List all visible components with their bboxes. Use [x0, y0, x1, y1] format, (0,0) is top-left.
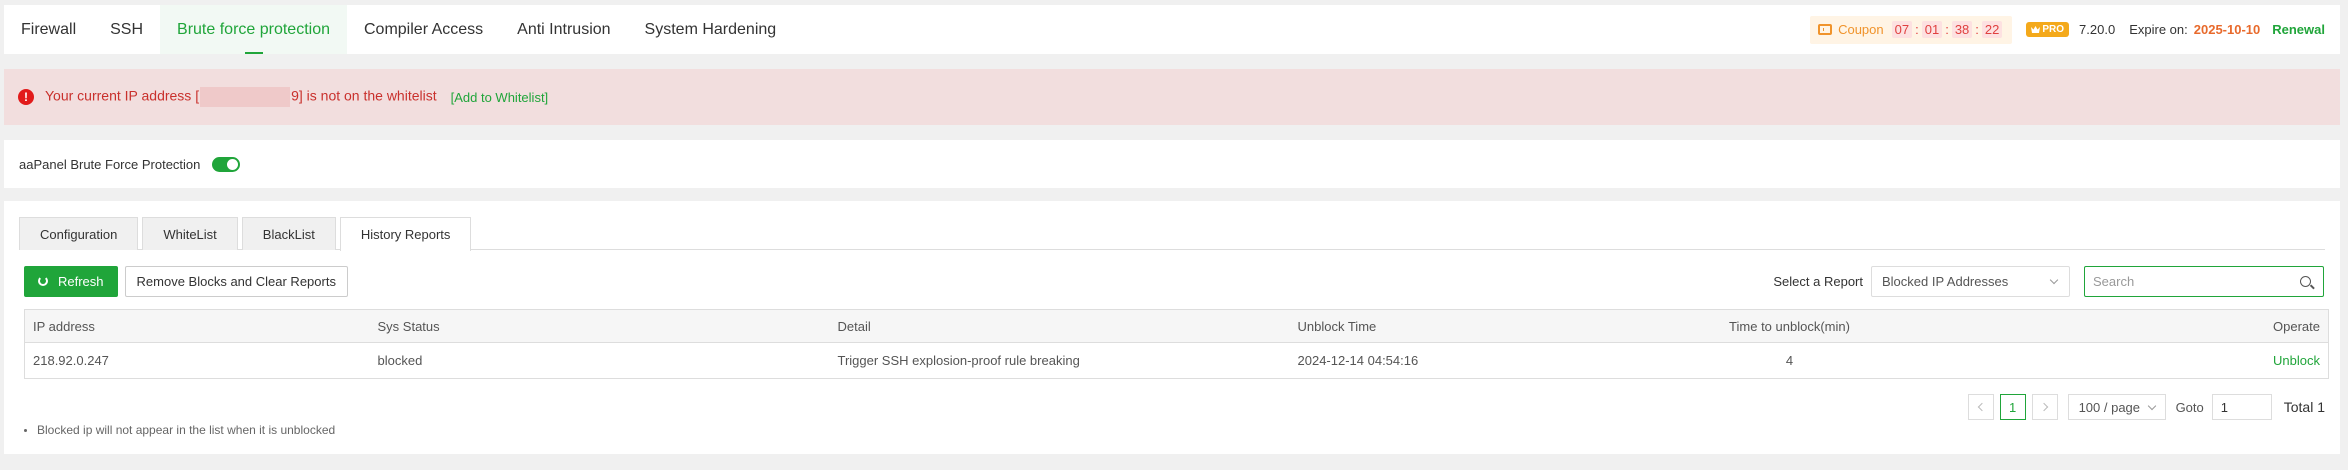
- alert-text: Your current IP address [ 9] is not on th…: [45, 87, 437, 107]
- report-type-select[interactable]: Blocked IP Addresses: [1871, 265, 2070, 297]
- unblock-note: Blocked ip will not appear in the list w…: [24, 423, 335, 437]
- version-text: 7.20.0: [2079, 22, 2116, 37]
- cell-unblock-time: 2024-12-14 04:54:16: [1297, 353, 1419, 368]
- col-sys-status: Sys Status: [369, 309, 830, 343]
- timer-separator: :: [1975, 22, 1979, 37]
- tab-brute-force-protection[interactable]: Brute force protection: [160, 5, 347, 54]
- subtab-blacklist[interactable]: BlackList: [241, 217, 336, 250]
- col-ip-address: IP address: [24, 309, 370, 343]
- timer-centiseconds: 22: [1981, 21, 2003, 38]
- cell-detail: Trigger SSH explosion-proof rule breakin…: [837, 353, 1080, 368]
- timer-separator: :: [1945, 22, 1949, 37]
- remove-blocks-button[interactable]: Remove Blocks and Clear Reports: [124, 265, 348, 297]
- unblock-link[interactable]: Unblock: [2273, 353, 2320, 368]
- reports-toolbar: Refresh Remove Blocks and Clear Reports …: [24, 265, 2324, 297]
- tab-compiler-access[interactable]: Compiler Access: [347, 5, 500, 54]
- col-time-to-unblock: Time to unblock(min): [1589, 309, 1990, 343]
- total-count: Total 1: [2283, 399, 2325, 415]
- note-text: Blocked ip will not appear in the list w…: [37, 423, 336, 437]
- col-detail: Detail: [829, 309, 1290, 343]
- chevron-left-icon: [1977, 402, 1986, 412]
- chevron-right-icon: [2039, 402, 2048, 412]
- col-unblock-time: Unblock Time: [1289, 309, 1590, 343]
- protection-toggle[interactable]: [212, 156, 241, 172]
- pagination: 1 100 / page Goto 1 Total 1: [1962, 394, 2325, 420]
- protection-label: aaPanel Brute Force Protection: [19, 156, 201, 172]
- timer-separator: :: [1915, 22, 1919, 37]
- timer-hours: 07: [1891, 21, 1913, 38]
- goto-label: Goto: [2175, 399, 2204, 415]
- tab-anti-intrusion[interactable]: Anti Intrusion: [500, 5, 627, 54]
- search-input[interactable]: [2093, 273, 2300, 289]
- tab-ssh[interactable]: SSH: [93, 5, 160, 54]
- coupon-banner[interactable]: Coupon 07 : 01 : 38 : 22: [1810, 15, 2013, 44]
- cell-status: blocked: [377, 353, 423, 368]
- alert-text-before: Your current IP address [: [45, 87, 200, 104]
- page-number-button[interactable]: 1: [1999, 394, 2026, 420]
- page-size-value: 100 / page: [2078, 399, 2141, 415]
- tab-system-hardening[interactable]: System Hardening: [628, 5, 794, 54]
- renewal-link[interactable]: Renewal: [2272, 22, 2325, 37]
- ip-redaction: [200, 87, 291, 107]
- tab-firewall[interactable]: Firewall: [4, 5, 93, 54]
- whitelist-alert: ! Your current IP address [ 9] is not on …: [4, 69, 2340, 125]
- table-header-row: IP address Sys Status Detail Unblock Tim…: [24, 309, 2329, 343]
- subtab-configuration[interactable]: Configuration: [19, 217, 139, 250]
- header-status: Coupon 07 : 01 : 38 : 22 PRO 7.20.0 Expi…: [1810, 5, 2340, 54]
- history-reports-panel: Configuration WhiteList BlackList Histor…: [4, 201, 2340, 454]
- subtab-bar: Configuration WhiteList BlackList Histor…: [19, 217, 2325, 251]
- bullet-icon: [24, 428, 27, 432]
- pro-label: PRO: [2042, 24, 2065, 35]
- timer-minutes: 01: [1921, 21, 1943, 38]
- select-report-label: Select a Report: [1773, 273, 1863, 289]
- expire-label: Expire on:: [2129, 22, 2188, 37]
- pro-badge: PRO: [2026, 22, 2070, 37]
- table-row: 218.92.0.247 blocked Trigger SSH explosi…: [25, 343, 2329, 379]
- col-operate: Operate: [1989, 309, 2329, 343]
- protection-toggle-panel: aaPanel Brute Force Protection: [4, 140, 2340, 188]
- chevron-down-icon: [2049, 275, 2059, 284]
- refresh-icon: [38, 276, 48, 286]
- coupon-icon: [1818, 24, 1833, 35]
- report-type-value: Blocked IP Addresses: [1882, 273, 2009, 289]
- add-to-whitelist-link[interactable]: [Add to Whitelist]: [451, 90, 549, 105]
- chevron-down-icon: [2147, 401, 2156, 411]
- goto-page-input[interactable]: 1: [2211, 394, 2272, 420]
- coupon-label: Coupon: [1838, 22, 1884, 37]
- alert-text-after: 9] is not on the whitelist: [291, 87, 437, 104]
- search-box: [2084, 265, 2324, 297]
- top-nav-bar: Firewall SSH Brute force protection Comp…: [4, 5, 2340, 54]
- search-icon[interactable]: [2300, 275, 2311, 287]
- subtab-history-reports[interactable]: History Reports: [339, 217, 472, 251]
- page-size-select[interactable]: 100 / page: [2067, 394, 2166, 420]
- expire-date: 2025-10-10: [2193, 22, 2261, 37]
- cell-minutes: 4: [1785, 353, 1794, 368]
- next-page-button[interactable]: [2031, 394, 2058, 420]
- subtab-whitelist[interactable]: WhiteList: [142, 217, 238, 250]
- timer-seconds: 38: [1951, 21, 1973, 38]
- refresh-label: Refresh: [58, 273, 104, 289]
- error-icon: !: [18, 89, 34, 105]
- blocked-ip-table: IP address Sys Status Detail Unblock Tim…: [24, 309, 2329, 379]
- cell-ip: 218.92.0.247: [33, 353, 109, 368]
- crown-icon: [2031, 26, 2041, 33]
- prev-page-button[interactable]: [1967, 394, 1994, 420]
- refresh-button[interactable]: Refresh: [24, 265, 118, 297]
